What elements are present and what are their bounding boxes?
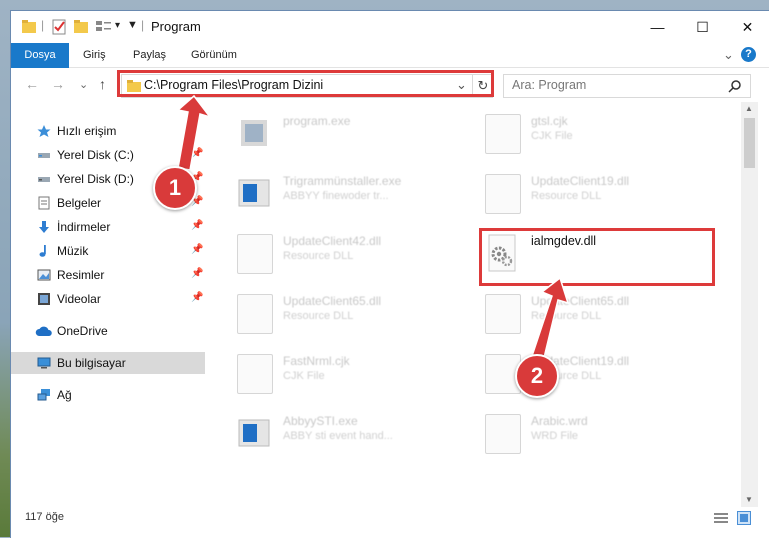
step-badge-2: 2 <box>515 354 559 398</box>
step-badge-1: 1 <box>153 166 197 210</box>
arrow-2 <box>529 276 570 367</box>
arrow-1 <box>176 94 212 171</box>
annotation-arrows <box>176 94 570 367</box>
